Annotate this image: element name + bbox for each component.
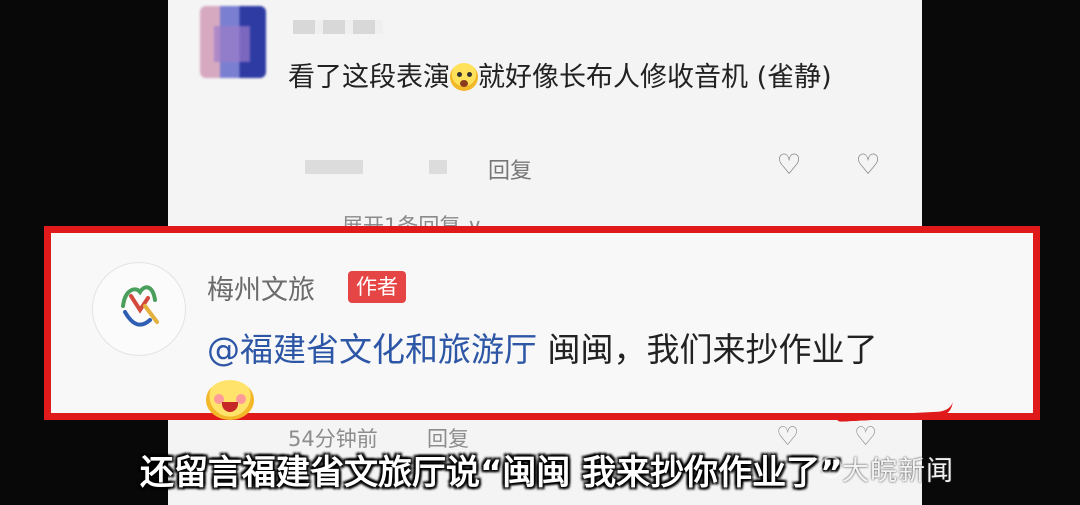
author-reply-text: @福建省文化和旅游厅 闽闽，我们来抄作业了 — [207, 323, 878, 371]
logo-icon — [121, 285, 159, 327]
mention-link[interactable]: @福建省文化和旅游厅 — [207, 330, 537, 369]
blurred-meta — [429, 160, 447, 174]
broken-heart-icon[interactable]: ♡ — [854, 422, 884, 452]
comment-text-part-2: 就好像长布人修收音机 (雀静) — [478, 62, 832, 93]
reply-body: 闽闽，我们来抄作业了 — [537, 330, 878, 369]
blurred-username — [293, 20, 383, 34]
heart-icon[interactable]: ♡ — [774, 150, 804, 180]
author-name[interactable]: 梅州文旅 — [207, 268, 315, 307]
watermark-icon — [820, 456, 842, 478]
comment-text: 看了这段表演 就好像长布人修收音机 (雀静) — [288, 55, 888, 101]
author-badge: 作者 — [348, 271, 406, 303]
blurred-meta — [305, 160, 363, 174]
broken-heart-icon[interactable]: ♡ — [853, 150, 883, 180]
emoji-icon — [206, 380, 254, 420]
reply-button[interactable]: 回复 — [488, 153, 532, 185]
watermark-text: 大皖新闻 — [842, 456, 954, 487]
comment-text-part-1: 看了这段表演 — [288, 62, 450, 93]
blurred-avatar[interactable] — [200, 6, 266, 78]
video-subtitle: 还留言福建省文旅厅说“闽闽 我来抄你作业了” — [140, 453, 843, 493]
emoji-icon — [450, 63, 478, 91]
